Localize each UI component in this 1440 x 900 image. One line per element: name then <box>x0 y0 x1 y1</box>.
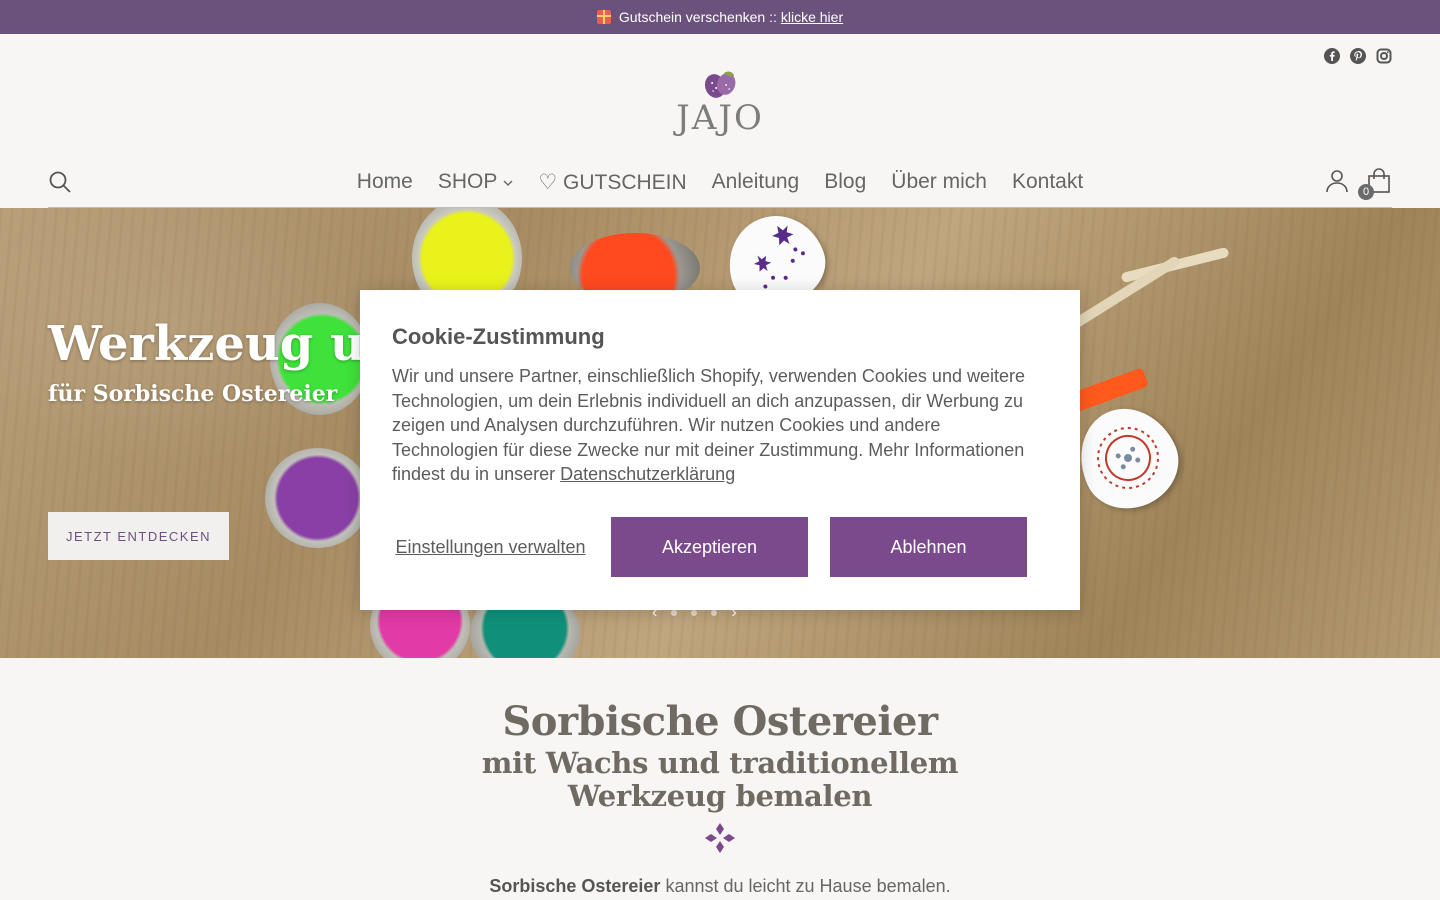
intro-heading: Sorbische Ostereier <box>502 698 938 745</box>
nav-home-label: Home <box>356 170 413 193</box>
intro-text: Sorbische Ostereier kannst du leicht zu … <box>0 876 1440 897</box>
announcement-bar: Gutschein verschenken :: klicke hier <box>0 0 1440 34</box>
main-nav-row: Home SHOP ♡ GUTSCHEIN Anleitung Blog Übe… <box>48 156 1392 208</box>
announcement-text: Gutschein verschenken :: <box>618 9 777 25</box>
intro-text-rest: kannst du leicht zu Hause bemalen. <box>660 876 951 896</box>
announcement-link[interactable]: klicke hier <box>781 9 843 25</box>
slider-dot[interactable] <box>711 610 718 616</box>
pinterest-icon[interactable] <box>1350 48 1366 64</box>
cookie-consent-dialog: Cookie-Zustimmung Wir und unsere Partner… <box>360 290 1080 610</box>
nav-anleitung-label: Anleitung <box>711 170 800 193</box>
nav-blog-label: Blog <box>824 170 867 193</box>
cookie-title: Cookie-Zustimmung <box>392 324 605 349</box>
privacy-policy-link[interactable]: Datenschutzerklärung <box>560 464 735 484</box>
slider-dot[interactable] <box>671 610 678 616</box>
hero-cta-button[interactable]: JETZT ENTDECKEN <box>48 512 229 560</box>
slider-dot[interactable] <box>691 610 698 616</box>
nav-shop-label: SHOP <box>437 170 498 193</box>
nav-blog[interactable]: Blog <box>824 170 866 194</box>
nav-gutschein[interactable]: ♡ GUTSCHEIN <box>538 170 686 195</box>
facebook-icon[interactable] <box>1324 48 1340 64</box>
manage-settings-link[interactable]: Einstellungen verwalten <box>392 536 589 559</box>
nav-anleitung[interactable]: Anleitung <box>712 170 800 194</box>
gift-icon <box>596 10 611 24</box>
hero-image-spoon <box>265 448 370 548</box>
chevron-down-icon <box>503 175 513 189</box>
instagram-icon[interactable] <box>1376 48 1392 64</box>
header-actions: 0 <box>1324 168 1392 200</box>
cart-icon[interactable]: 0 <box>1358 168 1392 200</box>
main-menu: Home SHOP ♡ GUTSCHEIN Anleitung Blog Übe… <box>48 156 1392 208</box>
intro-text-bold: Sorbische Ostereier <box>489 876 661 896</box>
logo-wordmark: JAJO <box>676 98 764 138</box>
nav-kontakt[interactable]: Kontakt <box>1012 170 1083 194</box>
social-links <box>1324 48 1392 64</box>
diamond-ornament-icon <box>704 822 736 854</box>
intro-subheading: mit Wachs und traditionellem Werkzeug be… <box>481 746 959 813</box>
nav-shop[interactable]: SHOP <box>438 170 514 194</box>
site-logo[interactable]: JAJO <box>676 70 764 138</box>
nav-ueber-mich[interactable]: Über mich <box>891 170 987 194</box>
logo-egg-icon <box>702 70 738 100</box>
site-header: JAJO Home SHOP ♡ GUTSCHEIN Anleitung Blo… <box>0 34 1440 208</box>
nav-ueber-mich-label: Über mich <box>891 170 987 193</box>
accept-button[interactable]: Akzeptieren <box>611 517 808 577</box>
intro-section: Sorbische Ostereier mit Wachs und tradit… <box>0 658 1440 897</box>
cart-count-badge: 0 <box>1358 184 1374 200</box>
cookie-actions: Einstellungen verwalten Akzeptieren Able… <box>392 517 1027 577</box>
nav-gutschein-label: ♡ GUTSCHEIN <box>538 170 687 194</box>
nav-kontakt-label: Kontakt <box>1011 170 1084 193</box>
cookie-body: Wir und unsere Partner, einschließlich S… <box>392 364 1048 487</box>
account-icon[interactable] <box>1324 168 1350 194</box>
hero-subtitle: für Sorbische Ostereier <box>48 381 338 407</box>
reject-button[interactable]: Ablehnen <box>830 517 1027 577</box>
nav-home[interactable]: Home <box>357 170 413 194</box>
